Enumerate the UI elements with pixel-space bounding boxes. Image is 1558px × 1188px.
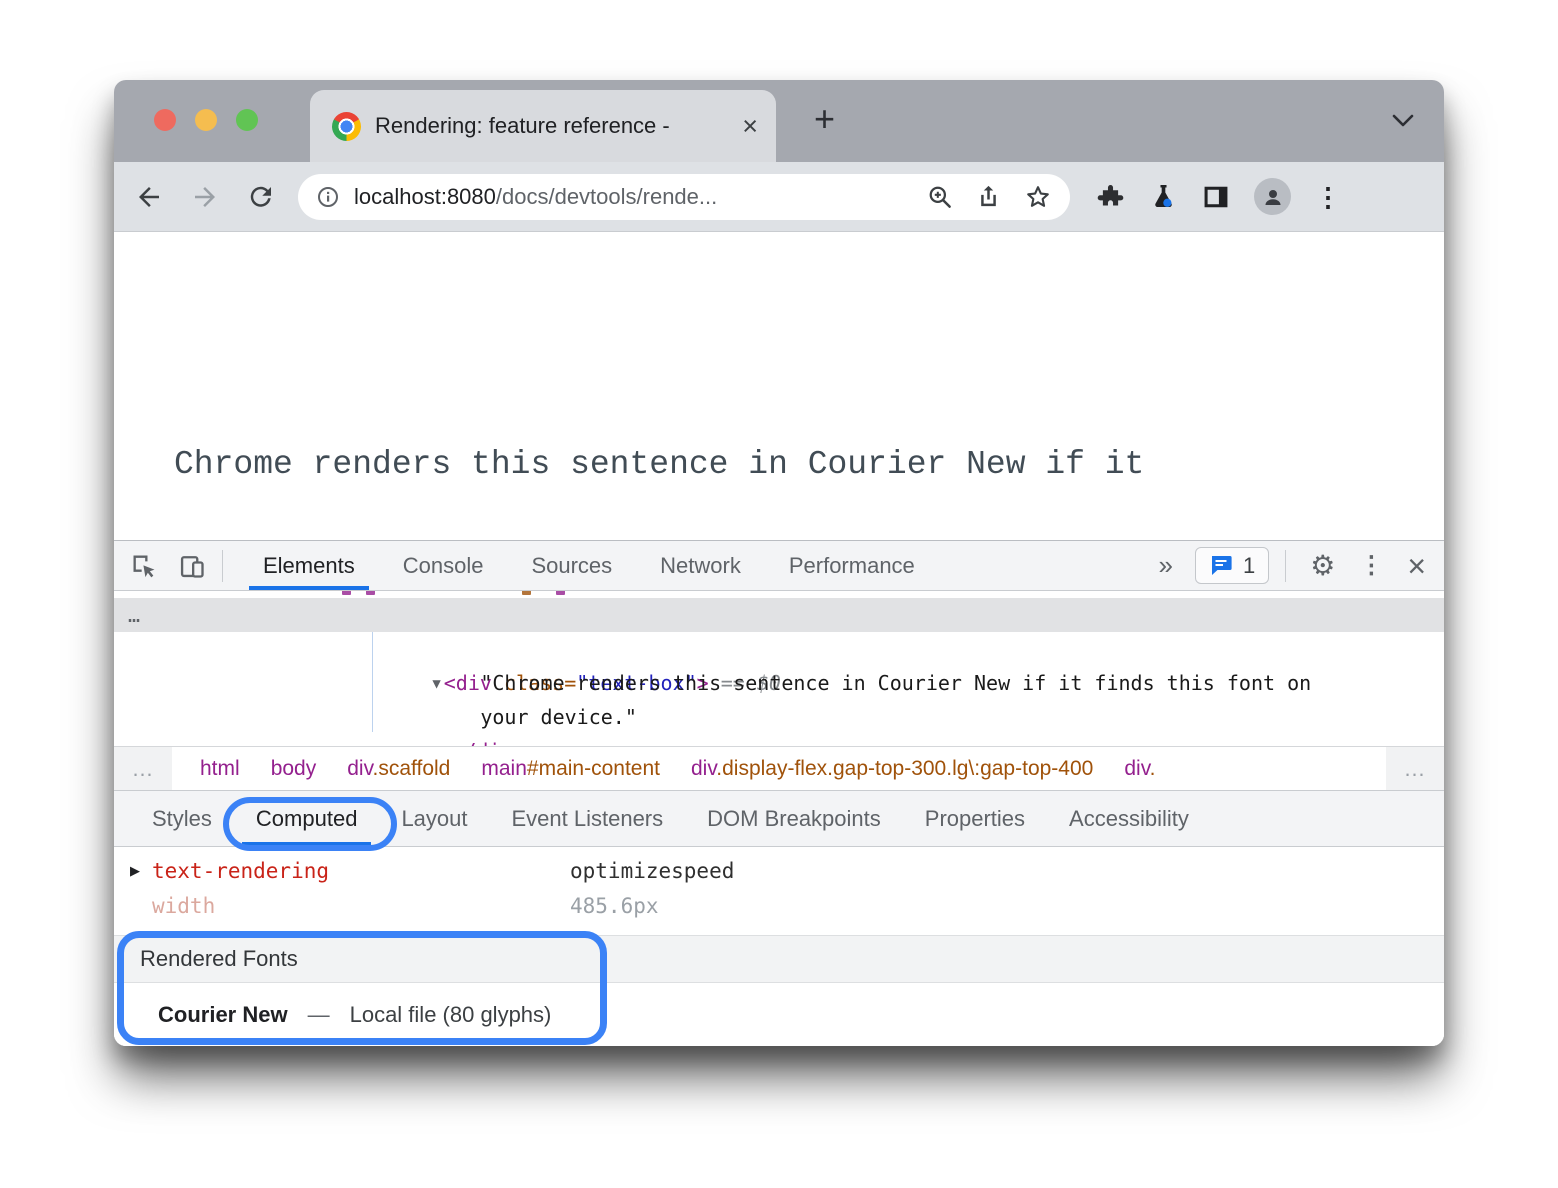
url-host: localhost:8080 <box>354 184 496 209</box>
sidebar-tab-styles[interactable]: Styles <box>130 791 234 846</box>
computed-property-row[interactable]: ▶ text-rendering optimizespeed <box>114 853 1444 888</box>
close-tab-icon[interactable]: × <box>742 113 758 140</box>
traffic-lights <box>154 109 258 131</box>
devtools-tab-elements[interactable]: Elements <box>239 541 379 590</box>
dom-gutter-ellipsis[interactable]: … <box>128 598 142 632</box>
sidebar-tab-dom-breakpoints[interactable]: DOM Breakpoints <box>685 791 903 846</box>
profile-avatar-icon[interactable] <box>1254 178 1291 215</box>
inspect-element-icon[interactable] <box>130 552 158 580</box>
maximize-window-button[interactable] <box>236 109 258 131</box>
dom-selected-row[interactable]: … ▼<div class="text-box"> == $0 <box>114 598 1444 632</box>
breadcrumb-item-display-flex[interactable]: div.display-flex.gap-top-300.lg\:gap-top… <box>691 757 1093 781</box>
breadcrumb: … html body div.scaffold main#main-conte… <box>114 746 1444 791</box>
rendered-font-name: Courier New <box>158 1002 288 1028</box>
url-text[interactable]: localhost:8080/docs/devtools/rende... <box>354 184 717 210</box>
computed-property-value: optimizespeed <box>570 859 734 883</box>
devtools-panel: Elements Console Sources Network Perform… <box>114 540 1444 1046</box>
sidebar-tab-properties[interactable]: Properties <box>903 791 1047 846</box>
computed-property-name: width <box>152 894 570 918</box>
rendered-fonts-header: Rendered Fonts <box>114 935 1444 983</box>
sidebar-tabs: Styles Computed Layout Event Listeners D… <box>114 791 1444 847</box>
computed-property-row[interactable]: width 485.6px <box>114 888 1444 923</box>
settings-gear-icon[interactable]: ⚙ <box>1310 552 1335 580</box>
sidebar-tab-layout[interactable]: Layout <box>379 791 489 846</box>
devtools-tab-sources[interactable]: Sources <box>507 541 636 590</box>
computed-property-value: 485.6px <box>570 894 659 918</box>
dom-text-row[interactable]: "Chrome renders this sentence in Courier… <box>114 632 1444 666</box>
devtools-tab-network[interactable]: Network <box>636 541 765 590</box>
minimize-window-button[interactable] <box>195 109 217 131</box>
browser-toolbar: localhost:8080/docs/devtools/rende... <box>114 162 1444 232</box>
toolbar-divider <box>222 550 223 582</box>
device-toolbar-icon[interactable] <box>178 552 206 580</box>
devtools-close-icon[interactable]: × <box>1407 550 1426 582</box>
url-path: /docs/devtools/rende... <box>496 184 717 209</box>
breadcrumb-item-html[interactable]: html <box>200 757 240 781</box>
sidebar-tab-computed[interactable]: Computed <box>234 791 380 846</box>
extensions-puzzle-icon[interactable] <box>1096 182 1125 211</box>
info-icon[interactable] <box>316 185 340 209</box>
devtools-menu-kebab-icon[interactable]: ⋮ <box>1359 554 1383 578</box>
more-tabs-icon[interactable]: » <box>1146 550 1184 581</box>
issues-chat-icon <box>1209 555 1233 577</box>
dom-text-row[interactable]: your device." <box>114 666 1444 700</box>
page-sentence-line1: Chrome renders this sentence in Courier … <box>174 430 1144 500</box>
tab-title-fade <box>666 108 736 144</box>
issues-count: 1 <box>1243 553 1255 579</box>
rendered-font-separator: — <box>308 1002 330 1028</box>
forward-icon[interactable] <box>190 182 220 212</box>
devtools-tab-console[interactable]: Console <box>379 541 508 590</box>
computed-pane: ▶ text-rendering optimizespeed width 485… <box>114 847 1444 935</box>
devtools-toolbar: Elements Console Sources Network Perform… <box>114 541 1444 591</box>
sidebar-tab-accessibility[interactable]: Accessibility <box>1047 791 1211 846</box>
rendered-font-source: Local file (80 glyphs) <box>350 1002 552 1028</box>
reload-icon[interactable] <box>246 182 276 212</box>
issues-button[interactable]: 1 <box>1195 547 1269 584</box>
browser-menu-kebab-icon[interactable]: ⋮ <box>1315 184 1341 210</box>
new-tab-button[interactable]: + <box>814 98 835 140</box>
breadcrumb-item-body[interactable]: body <box>271 757 317 781</box>
side-panel-icon[interactable] <box>1202 183 1230 211</box>
tab-strip: Rendering: feature reference - × + <box>114 80 1444 162</box>
close-window-button[interactable] <box>154 109 176 131</box>
dom-tree: … ▼<div class="text-box"> == $0 "Chrome … <box>114 591 1444 746</box>
toolbar-divider <box>1285 550 1286 582</box>
breadcrumb-item-scaffold[interactable]: div.scaffold <box>347 757 450 781</box>
breadcrumb-overflow-left[interactable]: … <box>114 747 172 790</box>
computed-property-name: text-rendering <box>152 859 570 883</box>
browser-tab[interactable]: Rendering: feature reference - × <box>310 90 776 162</box>
breadcrumb-overflow-right[interactable]: … <box>1386 747 1444 790</box>
zoom-icon[interactable] <box>926 183 953 210</box>
browser-window: Rendering: feature reference - × + loc <box>114 80 1444 1046</box>
dom-clipped-row <box>114 591 1444 598</box>
breadcrumb-item-main-content[interactable]: main#main-content <box>481 757 660 781</box>
share-icon[interactable] <box>975 183 1002 210</box>
tab-search-chevron-icon[interactable] <box>1390 112 1416 130</box>
rendered-fonts-entry: Courier New — Local file (80 glyphs) <box>114 983 1444 1046</box>
dom-close-tag-row[interactable]: </div> <box>114 700 1444 734</box>
sidebar-tab-event-listeners[interactable]: Event Listeners <box>490 791 686 846</box>
expand-arrow-icon[interactable]: ▶ <box>130 863 152 879</box>
bookmark-star-icon[interactable] <box>1024 183 1052 211</box>
dom-close-tag: </div> <box>452 739 524 746</box>
breadcrumb-item-truncated[interactable]: div. <box>1124 757 1155 781</box>
address-bar[interactable]: localhost:8080/docs/devtools/rende... <box>298 174 1070 220</box>
beaker-icon[interactable] <box>1149 182 1178 211</box>
chrome-logo-icon <box>332 112 361 141</box>
devtools-tab-performance[interactable]: Performance <box>765 541 939 590</box>
back-icon[interactable] <box>134 182 164 212</box>
